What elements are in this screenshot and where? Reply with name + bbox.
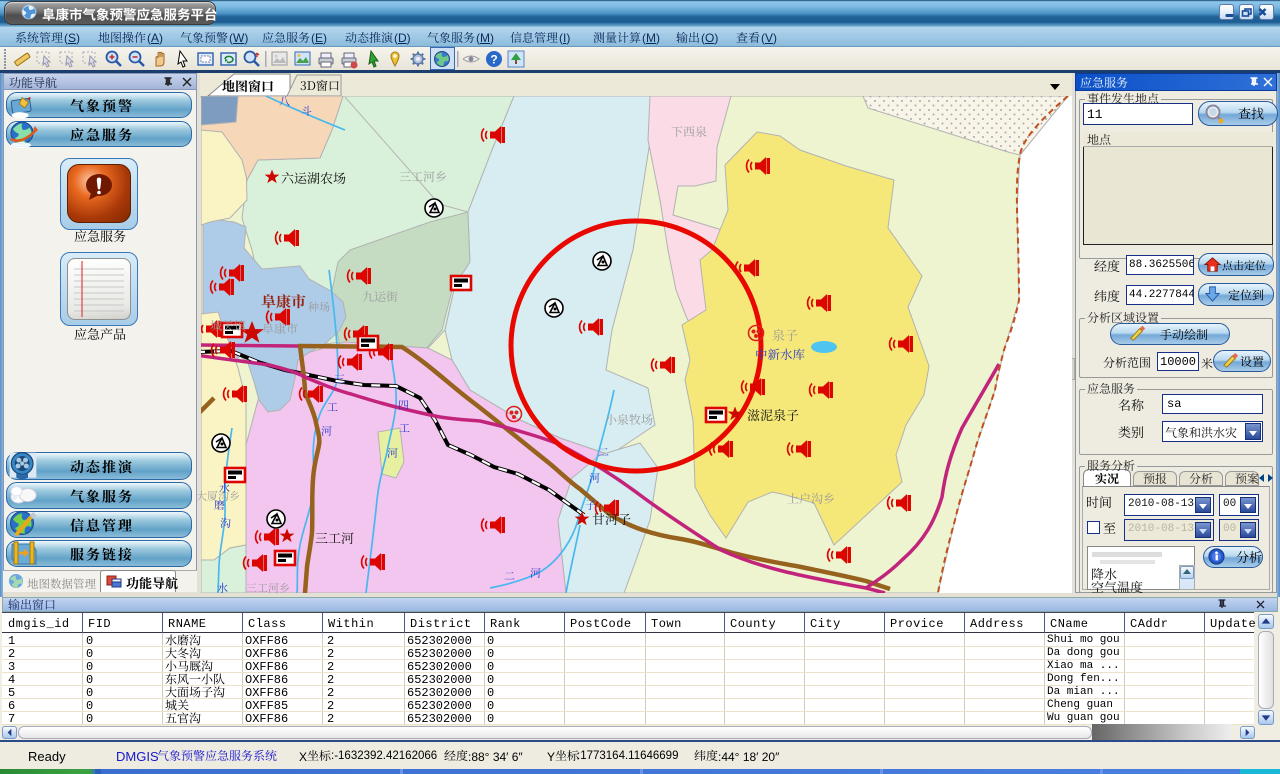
svg-text:?: ? xyxy=(490,53,497,67)
